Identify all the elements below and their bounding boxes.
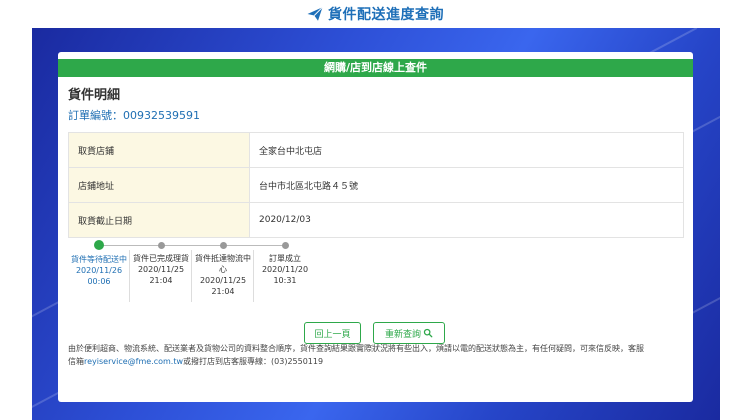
notice-suffix: 或撥打店到店客服專線：(03)2550119 bbox=[183, 357, 324, 366]
service-email-link[interactable]: reyiservice@fme.com.tw bbox=[84, 357, 183, 366]
order-number-value: 00932539591 bbox=[123, 109, 200, 122]
step-dot bbox=[219, 242, 227, 249]
page-title: 貨件配送進度查詢 bbox=[328, 7, 444, 23]
tracking-step: 貨件抵達物流中心 2020/11/25 21:04 bbox=[192, 238, 254, 302]
step-time: 21:04 bbox=[149, 276, 173, 285]
pickup-store-label: 取貨店鋪 bbox=[68, 132, 250, 168]
step-label: 貨件等待配送中 bbox=[71, 255, 127, 264]
notice-prefix: 信箱 bbox=[68, 357, 84, 366]
step-time: 10:31 bbox=[273, 276, 297, 285]
requery-button-label: 重新查詢 bbox=[384, 329, 421, 340]
info-table: 取貨店鋪 全家台中北屯店 店鋪地址 台中市北區北屯路４５號 取貨截止日期 202… bbox=[68, 132, 684, 238]
step-label: 訂單成立 bbox=[269, 254, 301, 263]
tracking-card: 網購/店到店線上查件 貨件明細 訂單編號：00932539591 取貨店鋪 全家… bbox=[58, 52, 693, 402]
table-row: 取貨截止日期 2020/12/03 bbox=[68, 202, 684, 238]
order-number-label: 訂單編號： bbox=[68, 109, 123, 122]
page-header: 貨件配送進度查詢 bbox=[0, 0, 750, 28]
step-dot bbox=[281, 242, 289, 249]
table-row: 取貨店鋪 全家台中北屯店 bbox=[68, 132, 684, 168]
back-button-label: 回上一頁 bbox=[314, 329, 351, 340]
tracking-step: 訂單成立 2020/11/20 10:31 bbox=[254, 238, 316, 286]
step-date: 2020/11/20 bbox=[261, 265, 309, 274]
step-dot-active bbox=[94, 240, 104, 250]
step-time: 21:04 bbox=[211, 287, 235, 296]
order-number-line: 訂單編號：00932539591 bbox=[68, 107, 200, 123]
store-address-value: 台中市北區北屯路４５號 bbox=[249, 167, 684, 203]
table-row: 店鋪地址 台中市北區北屯路４５號 bbox=[68, 167, 684, 203]
step-date: 2020/11/25 bbox=[199, 276, 247, 285]
tracking-step: 貨件已完成理貨 2020/11/25 21:04 bbox=[130, 238, 192, 302]
step-date: 2020/11/26 bbox=[75, 266, 123, 275]
detail-title: 貨件明細 bbox=[68, 88, 121, 103]
step-time: 00:06 bbox=[87, 277, 111, 286]
store-address-label: 店鋪地址 bbox=[68, 167, 250, 203]
step-date: 2020/11/25 bbox=[137, 265, 185, 274]
tracking-step: 貨件等待配送中 2020/11/26 00:06 bbox=[68, 238, 130, 302]
tracking-timeline: 貨件等待配送中 2020/11/26 00:06 貨件已完成理貨 2020/11… bbox=[68, 238, 318, 318]
notice-line-2: 信箱reyiservice@fme.com.tw或撥打店到店客服專線：(03)2… bbox=[68, 355, 684, 368]
notice-text: 由於便利超商、物流系統、配送業者及貨物公司的資料整合順序，貨件查詢結果跟實際狀況… bbox=[68, 340, 684, 368]
step-label: 貨件抵達物流中心 bbox=[195, 254, 251, 274]
search-icon bbox=[423, 328, 433, 338]
step-dot bbox=[157, 242, 165, 249]
pickup-deadline-label: 取貨截止日期 bbox=[68, 202, 250, 238]
pickup-store-value: 全家台中北屯店 bbox=[249, 132, 684, 168]
step-label: 貨件已完成理貨 bbox=[133, 254, 189, 263]
card-banner: 網購/店到店線上查件 bbox=[58, 59, 693, 77]
paper-plane-icon bbox=[307, 6, 323, 21]
pickup-deadline-value: 2020/12/03 bbox=[249, 202, 684, 238]
notice-line-1: 由於便利超商、物流系統、配送業者及貨物公司的資料整合順序，貨件查詢結果跟實際狀況… bbox=[68, 344, 644, 353]
